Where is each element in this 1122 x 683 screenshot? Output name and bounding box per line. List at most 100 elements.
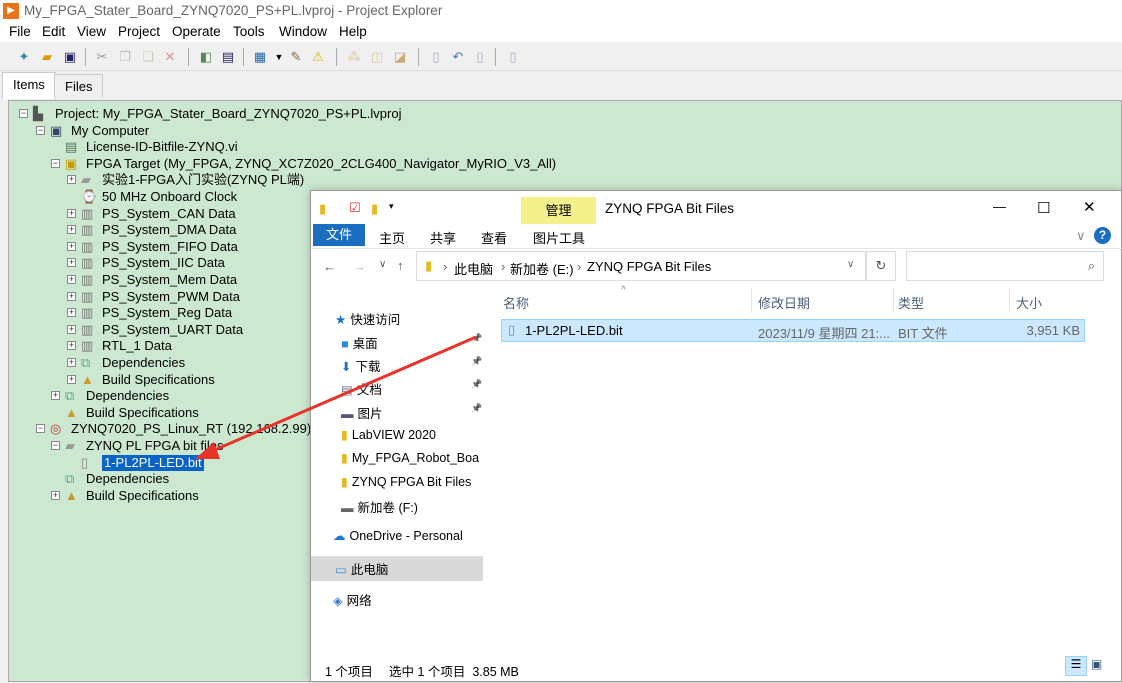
nav-item[interactable]: ⬇ 下载 📌 <box>341 356 482 375</box>
menu-operate[interactable]: Operate <box>172 24 221 39</box>
nav-item[interactable]: ▮ My_FPGA_Robot_Boa <box>341 450 479 465</box>
menu-help[interactable]: Help <box>339 24 367 39</box>
breadcrumb-this-pc[interactable]: 此电脑 <box>454 259 493 278</box>
column-modified[interactable]: 修改日期 <box>758 293 810 312</box>
minus-expander-icon[interactable]: − <box>51 441 60 450</box>
help-icon[interactable]: ? <box>1094 227 1111 244</box>
nav-item[interactable]: ◈ 网络 <box>333 590 372 609</box>
column-type[interactable]: 类型 <box>898 293 924 312</box>
refresh-button[interactable]: ↻ <box>866 251 896 281</box>
nav-item[interactable]: ★ 快速访问 <box>335 309 400 328</box>
address-bar[interactable]: ▮ › 此电脑 › 新加卷 (E:) › ZYNQ FPGA Bit Files… <box>416 251 866 281</box>
plus-expander-icon[interactable]: + <box>51 391 60 401</box>
plus-expander-icon[interactable]: + <box>67 275 76 284</box>
plus-expander-icon[interactable]: + <box>67 358 76 367</box>
save-all-icon[interactable]: ▣ <box>62 49 78 65</box>
minus-expander-icon[interactable]: − <box>36 424 45 434</box>
deploy-icon[interactable]: ◧ <box>198 49 214 65</box>
column-name[interactable]: 名称 <box>503 293 529 312</box>
pin-icon[interactable]: 📌 <box>471 333 482 344</box>
doc-new-icon[interactable]: ▯ <box>505 49 521 65</box>
menu-project[interactable]: Project <box>118 24 160 39</box>
copy-icon[interactable]: ❐ <box>117 49 133 65</box>
ribbon-tab-file[interactable]: 文件 <box>313 224 365 246</box>
minus-expander-icon[interactable]: − <box>36 125 45 135</box>
save-target-icon[interactable]: ▤ <box>220 49 236 65</box>
plus-expander-icon[interactable]: + <box>51 490 60 500</box>
menu-view[interactable]: View <box>77 24 106 39</box>
file-row[interactable]: ▯ 1-PL2PL-LED.bit 2023/11/9 星期四 21:... B… <box>501 319 1085 342</box>
nav-item[interactable]: ■ 桌面 📌 <box>341 333 482 352</box>
nav-item[interactable]: ☁ OneDrive - Personal <box>333 528 463 543</box>
nav-item[interactable]: ▭ 此电脑 <box>311 556 483 581</box>
export-icon[interactable]: ◪ <box>392 49 408 65</box>
back-icon[interactable]: ← <box>323 259 336 274</box>
address-dropdown-icon[interactable]: ∨ <box>847 259 854 270</box>
minus-expander-icon[interactable]: − <box>51 158 60 168</box>
nav-item[interactable]: ▬ 图片 📌 <box>341 403 482 422</box>
delete-icon[interactable]: ✕ <box>162 49 178 65</box>
forward-icon[interactable]: → <box>353 259 366 274</box>
maximize-button[interactable]: ☐ <box>1037 199 1050 217</box>
plus-expander-icon[interactable]: + <box>67 175 76 185</box>
menu-file[interactable]: File <box>9 24 31 39</box>
up-icon[interactable]: ↑ <box>397 258 404 273</box>
manage-tab[interactable]: 管理 <box>521 197 596 224</box>
menu-window[interactable]: Window <box>279 24 327 39</box>
new-icon[interactable]: ✦ <box>16 49 32 65</box>
menu-tools[interactable]: Tools <box>233 24 265 39</box>
doc-check-icon[interactable]: ▯ <box>428 49 444 65</box>
large-icons-view-button[interactable]: ▣ <box>1091 657 1102 671</box>
quick-access-dropdown-icon[interactable]: ▾ <box>389 201 394 212</box>
warning-icon[interactable]: ⚠ <box>310 49 326 65</box>
plus-expander-icon[interactable]: + <box>67 341 76 351</box>
paste-icon[interactable]: ❏ <box>140 49 156 65</box>
nav-item-label: OneDrive - Personal <box>349 529 463 543</box>
plus-expander-icon[interactable]: + <box>67 208 76 218</box>
minimize-button[interactable]: — <box>993 199 1006 214</box>
ribbon-expand-icon[interactable]: ∨ <box>1076 228 1086 244</box>
plus-expander-icon[interactable]: + <box>67 308 76 318</box>
ribbon-tab-picture-tools[interactable]: 图片工具 <box>533 228 585 247</box>
breadcrumb-drive-e[interactable]: 新加卷 (E:) <box>510 259 574 278</box>
details-view-button[interactable]: ☰ <box>1065 656 1087 676</box>
ribbon-tab-share[interactable]: 共享 <box>430 228 456 247</box>
pin-icon[interactable]: 📌 <box>471 356 482 367</box>
plus-expander-icon[interactable]: + <box>67 324 76 334</box>
close-button[interactable]: ✕ <box>1083 198 1096 216</box>
properties-icon[interactable]: ☑ <box>349 200 361 216</box>
new-folder-icon[interactable]: ▮ <box>371 201 378 217</box>
tab-bar: Items Files <box>0 72 1122 99</box>
ribbon-tab-view[interactable]: 查看 <box>481 228 507 247</box>
item-count: 1 个项目 <box>325 665 373 679</box>
pin-icon[interactable]: 📌 <box>471 403 482 414</box>
filter-icon[interactable]: ⁂ <box>346 49 362 65</box>
nav-item[interactable]: ▮ ZYNQ FPGA Bit Files <box>341 474 471 489</box>
recent-dropdown-icon[interactable]: ∨ <box>379 259 386 270</box>
search-input[interactable]: ⌕ <box>906 251 1104 281</box>
doc-add-icon[interactable]: ▯ <box>472 49 488 65</box>
plus-expander-icon[interactable]: + <box>67 225 76 235</box>
minus-expander-icon[interactable]: − <box>19 109 28 118</box>
plus-expander-icon[interactable]: + <box>67 291 76 301</box>
open-icon[interactable]: ▰ <box>39 49 55 65</box>
cut-icon[interactable]: ✂ <box>94 49 110 65</box>
tab-files[interactable]: Files <box>54 74 104 98</box>
plus-expander-icon[interactable]: + <box>67 258 76 268</box>
tab-items[interactable]: Items <box>2 72 56 99</box>
menu-edit[interactable]: Edit <box>42 24 65 39</box>
chevron-down-icon[interactable]: ▼ <box>271 49 287 65</box>
view-icon[interactable]: ▦ <box>252 49 268 65</box>
ribbon-tab-home[interactable]: 主页 <box>379 228 405 247</box>
pin-icon[interactable]: 📌 <box>471 379 482 390</box>
undo-icon[interactable]: ↶ <box>450 49 466 65</box>
breadcrumb-folder[interactable]: ZYNQ FPGA Bit Files <box>587 259 711 274</box>
nav-item[interactable]: ▬ 新加卷 (F:) <box>341 497 418 516</box>
package-icon[interactable]: ◫ <box>369 49 385 65</box>
nav-item[interactable]: ▮ LabVIEW 2020 <box>341 427 436 442</box>
column-size[interactable]: 大小 <box>1016 293 1042 312</box>
plus-expander-icon[interactable]: + <box>67 241 76 251</box>
build-tool-icon[interactable]: ✎ <box>288 49 304 65</box>
plus-expander-icon[interactable]: + <box>67 374 76 384</box>
nav-item[interactable]: ▤ 文档 📌 <box>341 379 482 398</box>
